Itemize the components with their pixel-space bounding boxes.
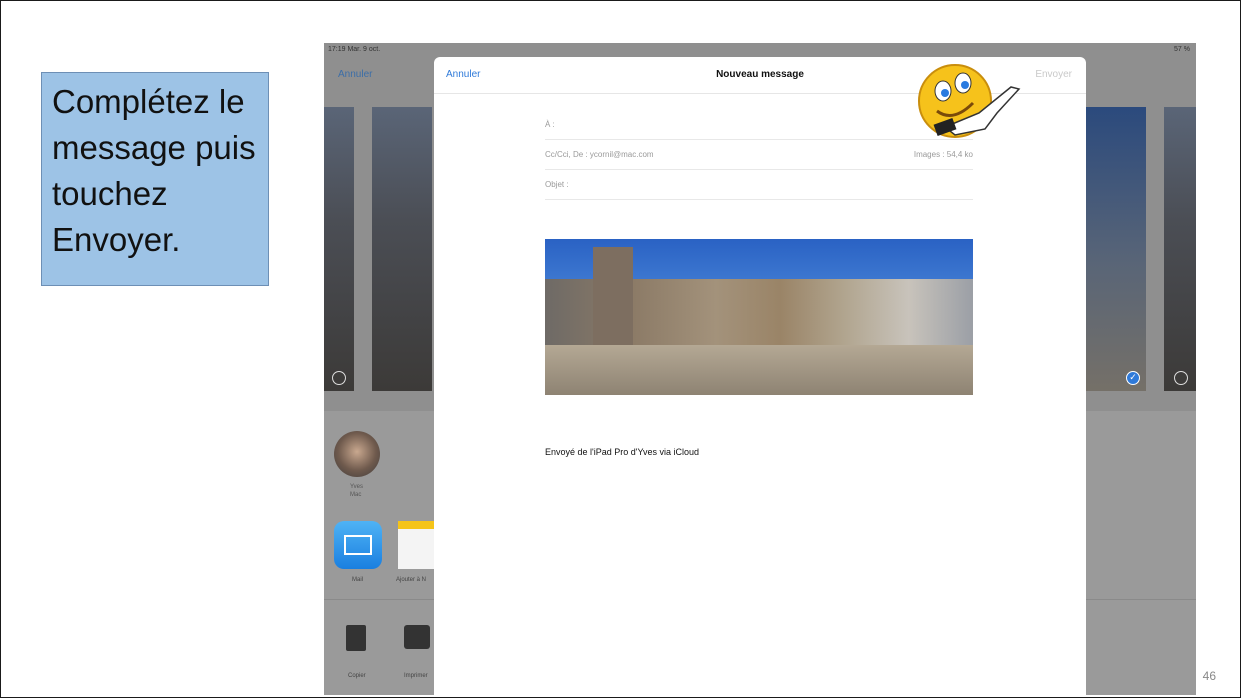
contact-name: Yves Mac — [350, 484, 364, 498]
slide: Complétez le message puis touchez Envoye… — [0, 0, 1241, 698]
pano-ground — [545, 345, 973, 395]
cc-from-field[interactable]: Cc/Cci, De : ycornil@mac.com Images : 54… — [545, 139, 973, 170]
instruction-callout: Complétez le message puis touchez Envoye… — [41, 72, 269, 286]
ipad-screenshot: 17:19 Mar. 9 oct. 57 % Annuler ✓ Yves Ma… — [324, 43, 1196, 695]
add-to-notes-label: Ajouter à N — [396, 577, 427, 583]
copy-label: Copier — [348, 673, 366, 679]
checkmark-icon[interactable]: ✓ — [1126, 371, 1140, 385]
pano-tower — [593, 247, 633, 345]
compose-sheet: Annuler Nouveau message Envoyer À : Cc/C… — [434, 57, 1086, 695]
photo-select-radio[interactable] — [332, 371, 346, 385]
page-number: 46 — [1202, 669, 1216, 683]
mail-icon[interactable] — [334, 521, 382, 569]
contact-avatar[interactable] — [334, 431, 380, 477]
images-size[interactable]: Images : 54,4 ko — [914, 150, 973, 159]
print-icon[interactable] — [404, 625, 430, 649]
subject-label: Objet : — [545, 180, 569, 189]
envelope-icon — [344, 535, 372, 555]
status-battery: 57 % — [1174, 46, 1190, 53]
cc-from-label: Cc/Cci, De : ycornil@mac.com — [545, 150, 654, 159]
print-label: Imprimer — [404, 673, 428, 679]
photo-thumbnail[interactable] — [324, 107, 354, 391]
to-label: À : — [545, 120, 555, 129]
attached-panorama-image[interactable] — [545, 239, 973, 395]
smiley-pointing-icon — [918, 64, 1021, 138]
subject-field[interactable]: Objet : — [545, 169, 973, 200]
photo-thumbnail[interactable] — [1086, 107, 1146, 391]
photo-select-radio[interactable] — [1174, 371, 1188, 385]
instruction-text: Complétez le message puis touchez Envoye… — [52, 83, 256, 258]
send-button[interactable]: Envoyer — [1035, 69, 1072, 80]
email-signature[interactable]: Envoyé de l'iPad Pro d'Yves via iCloud — [545, 447, 699, 457]
photo-thumbnail[interactable] — [372, 107, 432, 391]
notes-icon[interactable] — [398, 521, 438, 569]
mail-label: Mail — [352, 577, 364, 583]
status-time: 17:19 Mar. 9 oct. — [328, 46, 381, 53]
status-bar: 17:19 Mar. 9 oct. 57 % — [324, 43, 1196, 57]
photo-thumbnail[interactable] — [1164, 107, 1196, 391]
to-field[interactable]: À : — [545, 109, 973, 140]
background-cancel-button[interactable]: Annuler — [338, 69, 372, 80]
copy-icon[interactable] — [346, 625, 366, 651]
